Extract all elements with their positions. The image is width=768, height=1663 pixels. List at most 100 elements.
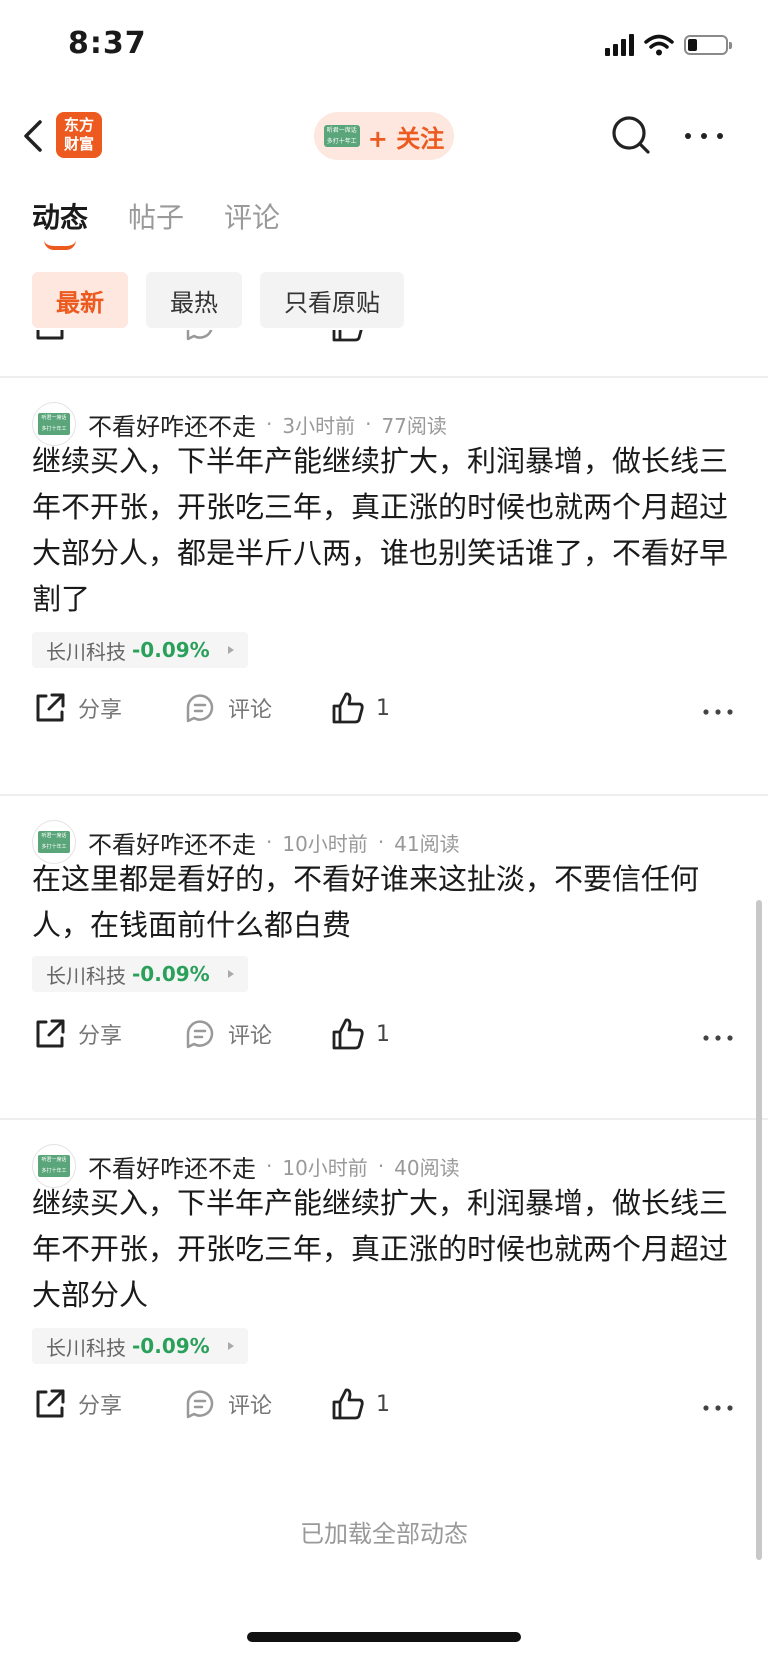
action-bar: 分享 评论 1	[32, 690, 736, 734]
search-button[interactable]	[610, 114, 654, 158]
comment-icon	[186, 1020, 214, 1049]
scrollbar[interactable]	[756, 900, 762, 1560]
stock-tag[interactable]: 长川科技 -0.09%	[32, 956, 248, 992]
more-horizontal-icon	[703, 1405, 733, 1411]
tab-dynamics[interactable]: 动态	[32, 196, 88, 250]
tab-comments[interactable]: 评论	[224, 196, 280, 236]
share-icon	[36, 330, 64, 340]
meta-separator: ·	[377, 1154, 385, 1178]
author-name[interactable]: 不看好咋还不走	[88, 1149, 256, 1184]
status-bar: 8:37	[0, 0, 768, 96]
comment-button[interactable]: 评论	[182, 690, 272, 726]
avatar-text-line1: 听君一席话	[41, 833, 67, 839]
post-time: 10小时前	[282, 1155, 368, 1180]
avatar-text-line1: 听君一席话	[41, 1157, 67, 1163]
post-text[interactable]: 继续买入，下半年产能继续扩大，利润暴增，做长线三年不开张，开张吃三年，真正涨的时…	[32, 438, 736, 622]
like-button[interactable]: 1	[330, 1386, 390, 1422]
avatar-text-line1: 听君一席话	[41, 415, 67, 421]
thumbs-up-icon	[332, 1018, 364, 1050]
filter-original-only[interactable]: 只看原贴	[260, 272, 404, 328]
share-label: 分享	[78, 1394, 123, 1419]
tab-posts[interactable]: 帖子	[128, 196, 184, 236]
share-label: 分享	[78, 1024, 123, 1049]
stock-change: -0.09%	[132, 1334, 210, 1358]
post-text[interactable]: 在这里都是看好的，不看好谁来这扯淡，不要信任何人，在钱面前什么都白费	[32, 856, 736, 948]
share-icon	[36, 693, 65, 722]
comment-label: 评论	[228, 1024, 273, 1049]
logo-text-line2: 财富	[63, 135, 94, 153]
stock-tag[interactable]: 长川科技 -0.09%	[32, 632, 248, 668]
more-options-button[interactable]	[680, 116, 728, 156]
arrow-right-icon	[227, 646, 234, 654]
like-button[interactable]: 1	[330, 1016, 390, 1052]
filter-latest[interactable]: 最新	[32, 272, 128, 328]
share-button[interactable]: 分享	[32, 690, 122, 726]
status-icons	[605, 34, 732, 56]
thumbs-up-icon	[332, 692, 364, 724]
like-count: 1	[376, 695, 390, 721]
read-count: 77阅读	[381, 413, 447, 438]
logo-text-line1: 东方	[63, 116, 94, 134]
loaded-all-notice: 已加载全部动态	[300, 1520, 468, 1548]
like-button[interactable]: 1	[330, 690, 390, 726]
meta-separator: ·	[365, 412, 372, 436]
comment-button[interactable]: 评论	[182, 1386, 272, 1422]
post-card[interactable]: 听君一席话 多打十年工 不看好咋还不走 · 3小时前 · 77阅读 继续买入，下半…	[0, 378, 768, 796]
meta-separator: ·	[377, 830, 385, 854]
more-horizontal-icon	[703, 1035, 733, 1041]
comment-icon	[186, 330, 213, 341]
author-name[interactable]: 不看好咋还不走	[88, 407, 256, 442]
post-more-button[interactable]	[700, 1020, 736, 1056]
avatar-text-line2: 多打十年工	[41, 426, 67, 432]
filter-chips: 最新 最热 只看原贴	[32, 272, 404, 328]
stock-change: -0.09%	[132, 962, 210, 986]
app-logo[interactable]: 东方 财富	[56, 112, 102, 158]
nav-bar: 东方 财富 听君一席话 多打十年工 + 关注	[0, 104, 768, 168]
share-button[interactable]: 分享	[32, 1386, 122, 1422]
meta-separator: ·	[266, 830, 273, 854]
follow-label: + 关注	[367, 124, 445, 153]
stock-tag[interactable]: 长川科技 -0.09%	[32, 1328, 248, 1364]
cellular-signal-icon	[605, 34, 634, 56]
arrow-right-icon	[227, 970, 234, 978]
back-button[interactable]	[16, 114, 56, 158]
share-button[interactable]: 分享	[32, 1016, 122, 1052]
stock-change: -0.09%	[132, 638, 210, 662]
post-card[interactable]: 听君一席话 多打十年工 不看好咋还不走 · 10小时前 · 40阅读 继续买入，下…	[0, 1120, 768, 1488]
like-count: 1	[376, 1391, 390, 1417]
more-horizontal-icon	[703, 709, 733, 715]
search-icon	[612, 116, 650, 154]
post-more-button[interactable]	[700, 694, 736, 730]
stock-name: 长川科技	[46, 963, 126, 988]
arrow-right-icon	[227, 1342, 234, 1350]
comment-label: 评论	[228, 698, 273, 723]
stock-name: 长川科技	[46, 639, 126, 664]
post-more-button[interactable]	[700, 1390, 736, 1426]
stock-name: 长川科技	[46, 1335, 126, 1360]
wifi-icon	[644, 34, 674, 56]
user-avatar: 听君一席话 多打十年工	[323, 125, 360, 147]
share-label: 分享	[78, 698, 123, 723]
tab-label: 评论	[224, 201, 281, 234]
post-text[interactable]: 继续买入，下半年产能继续扩大，利润暴增，做长线三年不开张，开张吃三年，真正涨的时…	[32, 1180, 736, 1318]
tab-bar: 动态 帖子 评论	[32, 196, 280, 250]
avatar-text-line2: 多打十年工	[326, 138, 357, 145]
read-count: 40阅读	[394, 1155, 460, 1180]
like-count: 1	[376, 1021, 390, 1047]
status-time: 8:37	[68, 26, 147, 61]
meta-separator: ·	[266, 412, 273, 436]
read-count: 41阅读	[394, 831, 460, 856]
more-horizontal-icon	[685, 133, 723, 139]
filter-hottest[interactable]: 最热	[146, 272, 242, 328]
follow-button[interactable]: 听君一席话 多打十年工 + 关注	[314, 112, 454, 160]
post-card[interactable]: 听君一席话 多打十年工 不看好咋还不走 · 10小时前 · 41阅读 在这里都是看…	[0, 796, 768, 1120]
battery-icon	[684, 35, 732, 55]
post-time: 10小时前	[282, 831, 368, 856]
author-name[interactable]: 不看好咋还不走	[88, 825, 256, 860]
comment-button[interactable]: 评论	[182, 1016, 272, 1052]
previous-post-remnant	[0, 330, 768, 378]
home-indicator[interactable]	[247, 1632, 521, 1642]
thumbs-up-icon	[332, 1388, 364, 1420]
tab-label: 帖子	[128, 201, 185, 234]
action-bar: 分享 评论 1	[32, 1386, 736, 1430]
